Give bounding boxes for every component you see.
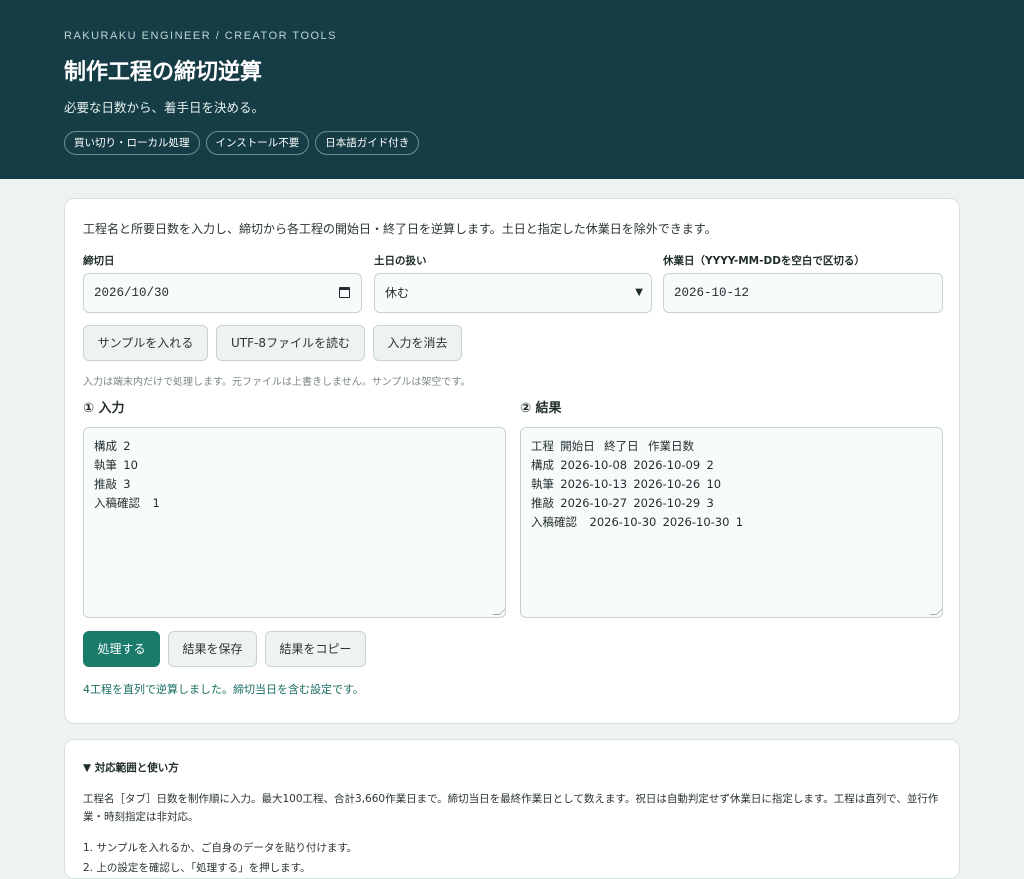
deadline-label: 締切日 bbox=[83, 255, 115, 267]
help-body: 工程名［タブ］日数を制作順に入力。最大100工程、合計3,660作業日まで。締切… bbox=[83, 793, 939, 823]
help-step-2: 2. 上の設定を確認し、「処理する」を押します。 bbox=[83, 862, 311, 874]
tag-japanese-guide: 日本語ガイド付き bbox=[315, 131, 420, 155]
page-subtitle: 必要な日数から、着手日を決める。 bbox=[64, 100, 265, 115]
privacy-note: 入力は端末内だけで処理します。元ファイルは上書きしません。サンプルは架空です。 bbox=[83, 377, 471, 388]
tag-local-processing: 買い切り・ローカル処理 bbox=[64, 131, 200, 155]
result-heading: ② 結果 bbox=[520, 401, 562, 416]
help-summary-toggle[interactable]: ▼ 対応範囲と使い方 bbox=[83, 760, 179, 775]
weekend-selected-value: 休む bbox=[385, 286, 410, 300]
deadline-value: 2026/10/30 bbox=[94, 286, 170, 300]
resize-handle[interactable] bbox=[492, 608, 505, 615]
sample-button[interactable]: サンプルを入れる bbox=[83, 325, 208, 361]
holidays-value: 2026-10-12 bbox=[674, 286, 750, 300]
holidays-input[interactable]: 2026-10-12 bbox=[663, 273, 943, 313]
input-textarea[interactable]: 構成 2 執筆 10 推敲 3 入稿確認 1 bbox=[83, 427, 506, 618]
save-result-button[interactable]: 結果を保存 bbox=[168, 631, 257, 667]
process-button[interactable]: 処理する bbox=[83, 631, 160, 667]
page-header: RAKURAKU ENGINEER / CREATOR TOOLS 制作工程の締… bbox=[0, 0, 1024, 179]
input-heading: ① 入力 bbox=[83, 401, 125, 416]
help-step-1: 1. サンプルを入れるか、ご自身のデータを貼り付けます。 bbox=[83, 842, 358, 854]
load-file-button[interactable]: UTF-8ファイルを読む bbox=[216, 325, 365, 361]
holidays-label: 休業日（YYYY-MM-DDを空白で区切る） bbox=[663, 255, 865, 267]
copy-result-button[interactable]: 結果をコピー bbox=[265, 631, 366, 667]
feature-tags: 買い切り・ローカル処理 インストール不要 日本語ガイド付き bbox=[64, 131, 420, 155]
clear-input-button[interactable]: 入力を消去 bbox=[373, 325, 462, 361]
calendar-icon[interactable] bbox=[339, 287, 350, 298]
brand-eyebrow: RAKURAKU ENGINEER / CREATOR TOOLS bbox=[64, 30, 338, 42]
status-message: 4工程を直列で逆算しました。締切当日を含む設定です。 bbox=[83, 683, 364, 696]
tool-card: 工程名と所要日数を入力し、締切から各工程の開始日・終了日を逆算します。土日と指定… bbox=[64, 198, 960, 724]
resize-handle[interactable] bbox=[929, 608, 942, 615]
page-title: 制作工程の締切逆算 bbox=[64, 60, 263, 85]
help-card: ▼ 対応範囲と使い方 工程名［タブ］日数を制作順に入力。最大100工程、合計3,… bbox=[64, 739, 960, 879]
deadline-date-input[interactable]: 2026/10/30 bbox=[83, 273, 362, 313]
chevron-down-icon: ▼ bbox=[635, 287, 643, 298]
weekend-select[interactable]: 休む ▼ bbox=[374, 273, 652, 313]
tool-intro: 工程名と所要日数を入力し、締切から各工程の開始日・終了日を逆算します。土日と指定… bbox=[83, 222, 717, 236]
weekend-label: 土日の扱い bbox=[374, 255, 427, 267]
tag-no-install: インストール不要 bbox=[205, 131, 310, 155]
result-textarea[interactable]: 工程 開始日 終了日 作業日数 構成 2026-10-08 2026-10-09… bbox=[520, 427, 943, 618]
